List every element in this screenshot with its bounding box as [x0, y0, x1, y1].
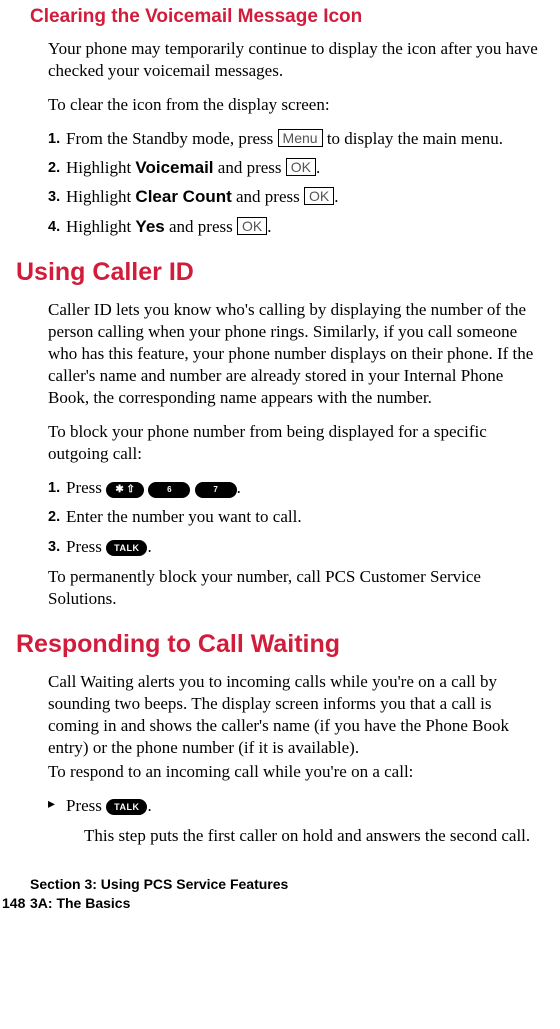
paragraph: To clear the icon from the display scree… — [48, 94, 542, 116]
step-item: 3. Press TALK. — [48, 536, 542, 558]
step-number: 1. — [48, 479, 60, 498]
heading-responding-call-waiting: Responding to Call Waiting — [16, 630, 542, 659]
period: . — [316, 158, 320, 177]
step-text: Highlight — [66, 217, 135, 236]
step-number: 3. — [48, 188, 60, 207]
period: . — [147, 537, 151, 556]
period: . — [147, 796, 151, 815]
menu-key: Menu — [278, 129, 323, 147]
heading-clearing-voicemail: Clearing the Voicemail Message Icon — [30, 6, 542, 28]
step-text: Highlight — [66, 158, 135, 177]
step-number: 2. — [48, 508, 60, 527]
step-item: 2. Enter the number you want to call. — [48, 506, 542, 528]
paragraph: To block your phone number from being di… — [48, 421, 542, 465]
period: . — [334, 187, 338, 206]
period: . — [237, 478, 241, 497]
triangle-bullet-icon: ▸ — [48, 796, 55, 814]
step-text: Press — [66, 537, 106, 556]
period: . — [267, 217, 271, 236]
step-number: 1. — [48, 130, 60, 149]
paragraph: Caller ID lets you know who's calling by… — [48, 299, 542, 409]
paragraph: To permanently block your number, call P… — [48, 566, 542, 610]
step-item: 1. Press ✱ ⇧ 6 7. — [48, 477, 542, 499]
step-text: and press — [165, 217, 237, 236]
ok-key: OK — [304, 187, 334, 205]
step-number: 3. — [48, 538, 60, 557]
star-key-icon: ✱ ⇧ — [106, 482, 144, 498]
step-number: 4. — [48, 218, 60, 237]
step-text: Highlight — [66, 187, 135, 206]
step-text: From the Standby mode, press — [66, 129, 278, 148]
step-text: to display the main menu. — [323, 129, 503, 148]
bullet-item: ▸ Press TALK. This step puts the first c… — [48, 795, 542, 847]
page-number: 148 — [2, 894, 30, 912]
term-yes: Yes — [135, 217, 164, 236]
step-text: Enter the number you want to call. — [66, 507, 302, 526]
term-clear-count: Clear Count — [135, 187, 231, 206]
paragraph: To respond to an incoming call while you… — [48, 761, 542, 783]
talk-key-icon: TALK — [106, 799, 147, 815]
paragraph: Your phone may temporarily continue to d… — [48, 38, 542, 82]
footer-section-label: Section 3: Using PCS Service Features — [30, 875, 542, 893]
step-item: 3. Highlight Clear Count and press OK. — [48, 186, 542, 208]
step-text: and press — [214, 158, 286, 177]
term-voicemail: Voicemail — [135, 158, 213, 177]
step-text: and press — [232, 187, 304, 206]
step-item: 1. From the Standby mode, press Menu to … — [48, 128, 542, 150]
talk-key-icon: TALK — [106, 540, 147, 556]
step-text: Press — [66, 796, 106, 815]
seven-key-icon: 7 — [195, 482, 237, 498]
footer-subsection-label: 3A: The Basics — [30, 895, 130, 911]
step-text: Press — [66, 478, 106, 497]
step-item: 2. Highlight Voicemail and press OK. — [48, 157, 542, 179]
paragraph: Call Waiting alerts you to incoming call… — [48, 671, 542, 759]
step-item: 4. Highlight Yes and press OK. — [48, 216, 542, 238]
ok-key: OK — [286, 158, 316, 176]
ok-key: OK — [237, 217, 267, 235]
step-number: 2. — [48, 159, 60, 178]
six-key-icon: 6 — [148, 482, 190, 498]
result-text: This step puts the first caller on hold … — [84, 825, 542, 847]
heading-using-caller-id: Using Caller ID — [16, 258, 542, 287]
